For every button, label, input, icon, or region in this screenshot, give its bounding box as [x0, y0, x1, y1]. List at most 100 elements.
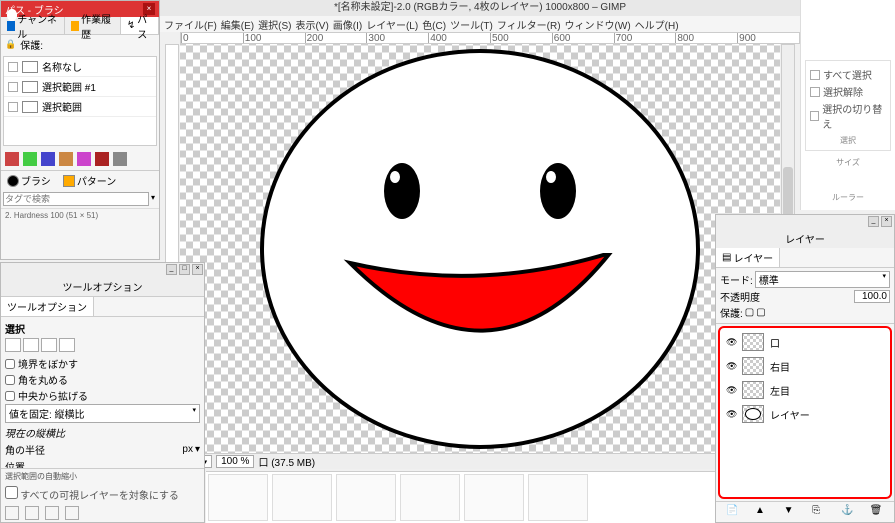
restore-preset-icon[interactable]: [25, 506, 39, 520]
path-row[interactable]: 名称なし: [4, 57, 156, 77]
thumb[interactable]: [400, 474, 460, 521]
tab-path[interactable]: ↯パス: [121, 17, 159, 34]
layer-row[interactable]: 👁口: [722, 330, 888, 354]
expand-checkbox[interactable]: [5, 391, 15, 401]
menu-bar[interactable]: ファイル(F) 編集(E) 選択(S) 表示(V) 画像(I) レイヤー(L) …: [160, 16, 800, 32]
tab-history[interactable]: 作業履歴: [65, 17, 121, 34]
menu-help[interactable]: ヘルプ(H): [635, 17, 679, 32]
zoom-level[interactable]: 100 %: [216, 455, 254, 468]
thumb[interactable]: [336, 474, 396, 521]
to-sel-icon[interactable]: [77, 152, 91, 166]
visibility-icon[interactable]: 👁: [726, 385, 736, 396]
layers-title: レイヤー: [716, 229, 894, 248]
layer-thumb: [742, 381, 764, 399]
tab-pattern[interactable]: パターン: [57, 171, 123, 190]
layers-list[interactable]: 👁口 👁右目 👁左目 👁レイヤー: [718, 326, 892, 499]
status-bar: px 100 % 口 (37.5 MB): [180, 453, 780, 469]
search-dropdown-icon[interactable]: [149, 192, 157, 206]
tool-options-title: ツールオプション: [1, 277, 204, 297]
thumb[interactable]: [464, 474, 524, 521]
lock-pixels-icon[interactable]: ▢: [745, 307, 754, 318]
tab-brush[interactable]: ブラシ: [1, 171, 57, 190]
layer-row[interactable]: 👁右目: [722, 354, 888, 378]
maximize-icon[interactable]: □: [179, 264, 190, 275]
lower-layer-icon[interactable]: ▼: [784, 505, 798, 519]
path-row[interactable]: 選択範囲 #1: [4, 77, 156, 97]
delete-path-icon[interactable]: [113, 152, 127, 166]
brush-info: 2. Hardness 100 (51 × 51): [1, 208, 159, 222]
fixed-selector[interactable]: 値を固定: 縦横比: [5, 404, 200, 423]
close-icon[interactable]: ×: [192, 264, 203, 275]
chevron-down-icon[interactable]: ▾: [195, 444, 200, 455]
thumb[interactable]: [272, 474, 332, 521]
select-all-item[interactable]: すべて選択: [810, 67, 886, 82]
path-icon: ↯: [127, 20, 135, 31]
tab-tool-options[interactable]: ツールオプション: [1, 297, 94, 316]
dup-path-icon[interactable]: [59, 152, 73, 166]
menu-file[interactable]: ファイル(F): [164, 17, 217, 32]
minimize-icon[interactable]: _: [868, 216, 879, 227]
layers-icon: ▤: [722, 252, 731, 263]
thumb[interactable]: [528, 474, 588, 521]
all-layers-checkbox[interactable]: [5, 486, 18, 499]
new-path-icon[interactable]: [5, 152, 19, 166]
window-title: *[名称未設定]-2.0 (RGBカラー, 4枚のレイヤー) 1000x800 …: [160, 0, 800, 16]
path-row[interactable]: 選択範囲: [4, 97, 156, 117]
close-icon[interactable]: ×: [881, 216, 892, 227]
visibility-toggle[interactable]: [8, 82, 18, 92]
status-info: 口 (37.5 MB): [258, 454, 315, 469]
thumb[interactable]: [208, 474, 268, 521]
mode-buttons[interactable]: [5, 338, 200, 352]
menu-image[interactable]: 画像(I): [333, 17, 362, 32]
layer-row[interactable]: 👁レイヤー: [722, 402, 888, 426]
stroke-icon[interactable]: [95, 152, 109, 166]
reset-icon[interactable]: [65, 506, 79, 520]
layers-dock: _× レイヤー ▤レイヤー モード:標準 不透明度100.0 保護:▢▢ 👁口 …: [715, 214, 895, 523]
layer-thumb: [742, 405, 764, 423]
visibility-toggle[interactable]: [8, 62, 18, 72]
auto-shrink-label: 選択範囲の自動縮小: [1, 469, 204, 484]
new-layer-icon[interactable]: 📄: [726, 505, 740, 519]
menu-select[interactable]: 選択(S): [258, 17, 291, 32]
layer-thumb: [742, 357, 764, 375]
menu-tools[interactable]: ツール(T): [450, 17, 493, 32]
deselect-item[interactable]: 選択解除: [810, 84, 886, 99]
menu-filter[interactable]: フィルター(R): [497, 17, 561, 32]
visibility-icon[interactable]: 👁: [726, 409, 736, 420]
ruler-horizontal: 0100200 300400500 600700800 900: [180, 32, 800, 44]
menu-window[interactable]: ウィンドウ(W): [565, 17, 631, 32]
delete-layer-icon[interactable]: 🗑: [870, 505, 884, 519]
paths-list[interactable]: 名称なし 選択範囲 #1 選択範囲: [3, 56, 157, 146]
lock-alpha-icon[interactable]: ▢: [756, 307, 765, 318]
menu-color[interactable]: 色(C): [422, 17, 446, 32]
raise-path-icon[interactable]: [23, 152, 37, 166]
right-panel-fragment: すべて選択 選択解除 選択の切り替え 選択 サイズ ルーラー: [800, 0, 895, 210]
antialias-checkbox[interactable]: [5, 359, 15, 369]
visibility-icon[interactable]: 👁: [726, 337, 736, 348]
visibility-icon[interactable]: 👁: [726, 361, 736, 372]
menu-edit[interactable]: 編集(E): [221, 17, 254, 32]
left-eye: [384, 163, 420, 219]
menu-view[interactable]: 表示(V): [295, 17, 328, 32]
dup-layer-icon[interactable]: ⎘: [812, 505, 826, 519]
anchor-layer-icon[interactable]: ⚓: [841, 505, 855, 519]
tab-layers[interactable]: ▤レイヤー: [716, 248, 780, 267]
toggle-select-item[interactable]: 選択の切り替え: [810, 101, 886, 131]
face-drawing: [260, 49, 700, 449]
taskbar-thumbnails[interactable]: [206, 471, 715, 523]
opacity-input[interactable]: 100.0: [854, 290, 890, 303]
blend-mode-selector[interactable]: 標準: [755, 271, 890, 288]
lower-path-icon[interactable]: [41, 152, 55, 166]
menu-layer[interactable]: レイヤー(L): [366, 17, 418, 32]
delete-preset-icon[interactable]: [45, 506, 59, 520]
canvas[interactable]: [180, 44, 780, 453]
layer-row[interactable]: 👁左目: [722, 378, 888, 402]
minimize-icon[interactable]: _: [166, 264, 177, 275]
raise-layer-icon[interactable]: ▲: [755, 505, 769, 519]
round-checkbox[interactable]: [5, 375, 15, 385]
tag-search-input[interactable]: [3, 192, 149, 206]
visibility-toggle[interactable]: [8, 102, 18, 112]
save-preset-icon[interactable]: [5, 506, 19, 520]
ratio-label: 現在の縦横比: [5, 425, 200, 440]
tool-options-dock: _□× ツールオプション ツールオプション 選択 境界をぼかす 角を丸める 中央…: [0, 262, 205, 523]
